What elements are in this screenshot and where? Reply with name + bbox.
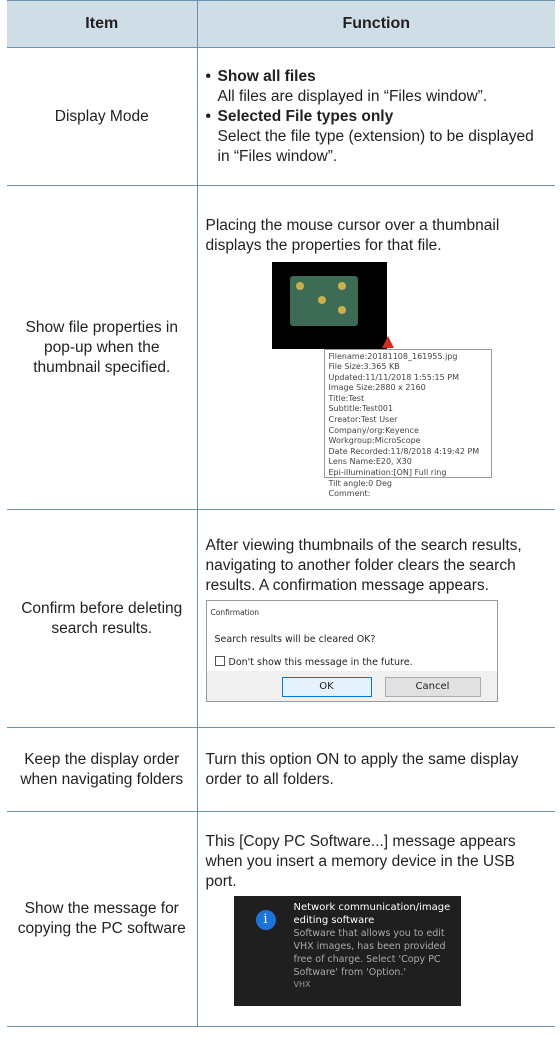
function-display-mode: Show all files All files are displayed i…	[197, 47, 555, 186]
table-row: Display Mode Show all files All files ar…	[7, 47, 555, 186]
table-row: Confirm before deleting search results. …	[7, 509, 555, 728]
dialog-message: Search results will be cleared OK?	[214, 633, 376, 645]
dont-show-checkbox[interactable]: Don't show this message in the future.	[214, 653, 413, 673]
description-text: After viewing thumbnails of the search r…	[205, 536, 522, 594]
popup-line: Tilt angle:0 Deg	[328, 478, 392, 488]
cancel-button[interactable]: Cancel	[384, 676, 481, 697]
list-item: Selected File types only Select the file…	[206, 107, 548, 167]
popup-line: Image Size:2880 x 2160	[328, 383, 426, 393]
bullet-title: Show all files	[217, 67, 316, 85]
toast-content: Network communication/image editing soft…	[294, 901, 454, 991]
item-confirm-delete: Confirm before deleting search results.	[7, 509, 198, 728]
popup-line: Title:Test	[328, 393, 365, 403]
popup-line: Comment:	[328, 489, 371, 499]
ok-button[interactable]: OK	[281, 676, 372, 697]
bullet-title: Selected File types only	[217, 107, 394, 125]
item-display-order: Keep the display order when navigating f…	[7, 727, 198, 812]
popup-line: Date Recorded:11/8/2018 4:19:42 PM	[328, 446, 480, 456]
function-confirm-delete: After viewing thumbnails of the search r…	[197, 509, 555, 728]
toast-source: VHX	[293, 980, 311, 989]
function-copy-pc-software: This [Copy PC Software...] message appea…	[197, 811, 555, 1027]
dialog-title: Confirmation	[206, 600, 497, 620]
popup-line: Epi-illumination:[ON] Full ring	[328, 468, 447, 478]
popup-line: File Size:3.365 KB	[328, 362, 400, 372]
table-row: Show file properties in pop-up when the …	[7, 185, 555, 510]
item-file-properties: Show file properties in pop-up when the …	[7, 185, 198, 510]
popup-line: Updated:11/11/2018 1:55:15 PM	[328, 372, 460, 382]
description-text: This [Copy PC Software...] message appea…	[205, 833, 516, 890]
bullet-text: All files are displayed in “Files window…	[217, 87, 488, 105]
thumbnail-image	[271, 261, 387, 349]
description-text: Placing the mouse cursor over a thumbnai…	[205, 216, 500, 254]
info-icon: i	[255, 910, 276, 930]
table-row: Keep the display order when navigating f…	[7, 727, 555, 812]
bullet-text: Select the file type (extension) to be d…	[217, 127, 534, 165]
properties-popup: Filename:20181108_161955.jpg File Size:3…	[323, 348, 492, 498]
item-copy-pc-software: Show the message for copying the PC soft…	[7, 811, 198, 1027]
popup-line: Creator:Test User	[328, 415, 398, 425]
column-header-item: Item	[7, 0, 198, 48]
settings-table: Item Function Display Mode Show all file…	[7, 0, 555, 1027]
dialog-footer: OK Cancel	[206, 670, 497, 701]
list-item: Show all files All files are displayed i…	[206, 67, 548, 107]
popup-line: Lens Name:E20, X30	[328, 457, 412, 467]
toast-title: Network communication/image editing soft…	[293, 902, 451, 926]
toast-body: Software that allows you to edit VHX ima…	[293, 928, 446, 978]
thumbnail-popup-figure: Filename:20181108_161955.jpg File Size:3…	[271, 261, 494, 498]
checkbox-box[interactable]	[214, 655, 225, 666]
confirmation-dialog: Confirmation Search results will be clea…	[205, 599, 498, 702]
popup-line: Filename:20181108_161955.jpg	[328, 351, 458, 361]
item-display-mode: Display Mode	[7, 47, 198, 186]
circuit-board-image	[289, 275, 358, 326]
checkbox-label: Don't show this message in the future.	[228, 656, 413, 668]
table-row: Show the message for copying the PC soft…	[7, 811, 555, 1027]
bullet-list: Show all files All files are displayed i…	[206, 67, 548, 167]
popup-line: Subtitle:Test001	[328, 404, 394, 414]
notification-toast: i Network communication/image editing so…	[233, 896, 461, 1006]
function-display-order: Turn this option ON to apply the same di…	[197, 727, 555, 812]
mouse-cursor-icon	[381, 335, 394, 348]
popup-line: Company/org:Keyence	[328, 425, 419, 435]
popup-line: Workgroup:MicroScope	[328, 436, 421, 446]
column-header-function: Function	[197, 0, 555, 48]
function-file-properties: Placing the mouse cursor over a thumbnai…	[197, 185, 555, 510]
table-header: Item Function	[7, 0, 555, 48]
